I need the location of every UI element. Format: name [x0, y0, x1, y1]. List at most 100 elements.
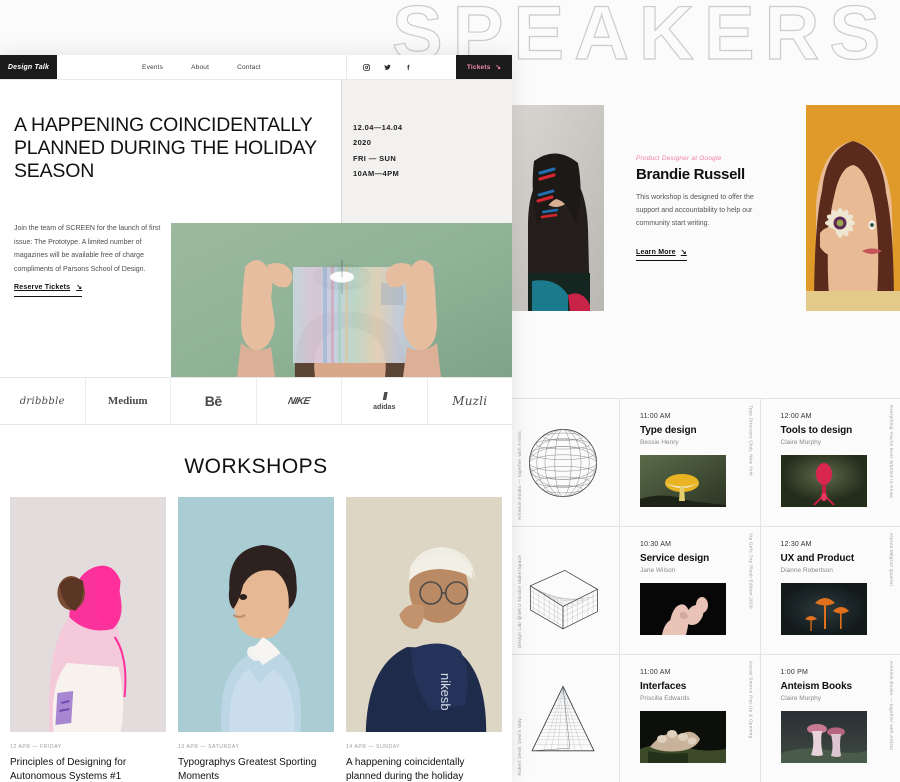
- facebook-icon[interactable]: [405, 64, 412, 71]
- social-links: [346, 55, 456, 79]
- logo-medium-text: Medium: [107, 395, 148, 407]
- schedule-session-cell[interactable]: 12:00 AM Tools to design Claire Murphy E…: [759, 399, 900, 526]
- logo-adidas[interactable]: /// adidas: [342, 378, 428, 424]
- schedule-row: Design Lab @WKU Tandon MakerSpace 10:30 …: [507, 526, 900, 654]
- tickets-label: Tickets: [466, 63, 491, 71]
- page-root: SPEAKERS AN: [0, 0, 900, 782]
- nav-links: Events About Contact: [57, 55, 346, 79]
- session-title: Type design: [640, 425, 697, 436]
- session-side-label: Vip Girls Trip Plush Edition 2020: [748, 533, 754, 609]
- schedule-session-cell[interactable]: 11:00 AM Interfaces Priscilla Edwards At…: [619, 655, 760, 782]
- workshop-date: 14 APR — SUNDAY: [346, 744, 401, 750]
- session-thumbnail: [640, 711, 726, 763]
- speaker-portrait-right: [806, 105, 900, 311]
- tickets-button[interactable]: Tickets ↘: [456, 55, 512, 79]
- session-speaker: Bessie Henry: [640, 439, 679, 446]
- session-side-label: Type Directors Club, New York: [748, 405, 754, 476]
- workshop-card[interactable]: nikesb 14 APR — SUNDAY A happening coinc…: [346, 497, 502, 782]
- top-navigation: Design Talk Events About Contact Tickets: [0, 55, 512, 80]
- reserve-tickets-link[interactable]: Reserve Tickets ↘: [14, 283, 83, 297]
- logo-muzli[interactable]: Muzli: [428, 378, 513, 424]
- session-side-label: Atscat Source Pop-Up & Opening: [748, 661, 754, 739]
- session-thumbnail: [780, 711, 867, 763]
- speaker-learn-more-label: Learn More: [636, 248, 676, 256]
- hero-section: A HAPPENING COINCIDENTALLY PLANNED DURIN…: [0, 80, 512, 377]
- schedule-grid: Anteism Books — together with Artists 11…: [507, 398, 900, 782]
- logo-medium[interactable]: Medium: [86, 378, 171, 424]
- workshop-date: 12 APR — FRIDAY: [10, 744, 62, 750]
- front-page-card: Design Talk Events About Contact Tickets: [0, 55, 512, 782]
- speaker-portrait-left-image: [512, 105, 604, 311]
- workshop-card[interactable]: 13 APR — SATURDAY Typographys Greatest S…: [178, 497, 334, 782]
- logo-nike[interactable]: NIKE: [257, 378, 342, 424]
- schedule-session-cell[interactable]: 10:30 AM Service design Jane Wilson Vip …: [619, 527, 760, 654]
- logo-muzli-text: Muzli: [452, 394, 488, 408]
- nav-link-about[interactable]: About: [191, 64, 209, 71]
- wireframe-cube-icon: [507, 527, 619, 654]
- adidas-bars-icon: ///: [382, 390, 388, 403]
- session-time: 12:00 AM: [780, 413, 812, 420]
- speaker-role: Product Designer at Google: [636, 155, 722, 162]
- reserve-tickets-label: Reserve Tickets: [14, 284, 71, 291]
- session-time: 12:30 AM: [780, 541, 812, 548]
- session-side-label: Anteism Books — together with Artists: [889, 661, 894, 750]
- session-speaker: Claire Murphy: [780, 695, 821, 702]
- session-time: 1:00 PM: [780, 669, 808, 676]
- speaker-learn-more-link[interactable]: Learn More ↘: [636, 248, 687, 261]
- session-time: 11:00 AM: [640, 413, 671, 420]
- nav-link-events[interactable]: Events: [142, 64, 163, 71]
- speaker-portrait-right-image: [806, 105, 900, 311]
- schedule-session-cell[interactable]: 1:00 PM Anteism Books Claire Murphy Ante…: [759, 655, 900, 782]
- logo-behance[interactable]: Bē: [171, 378, 257, 424]
- session-title: Interfaces: [640, 681, 687, 692]
- logo-dribbble[interactable]: dribbble: [0, 378, 86, 424]
- event-days: FRI — SUN: [353, 153, 397, 163]
- session-speaker: Priscilla Edwards: [640, 695, 690, 702]
- brand-logo[interactable]: Design Talk: [0, 55, 57, 79]
- session-title: Anteism Books: [780, 681, 853, 692]
- session-thumbnail: [640, 455, 726, 507]
- speaker-name: Brandie Russell: [636, 166, 745, 183]
- arrow-down-right-icon: ↘: [495, 64, 502, 71]
- session-speaker: Claire Murphy: [780, 439, 821, 446]
- workshop-image: [178, 497, 334, 732]
- halftone-ornament: [313, 260, 371, 294]
- schedule-session-cell[interactable]: 11:00 AM Type design Bessie Henry Type D…: [619, 399, 760, 526]
- schedule-row-left-label: Robert Desk: Devi's Way: [517, 718, 522, 776]
- hero-paragraph: Join the team of SCREEN for the launch o…: [14, 225, 161, 273]
- session-thumbnail: [640, 583, 726, 635]
- speaker-portrait-left: [512, 105, 604, 311]
- twitter-icon[interactable]: [384, 64, 391, 71]
- workshops-grid: 12 APR — FRIDAY Principles of Designing …: [0, 497, 512, 782]
- schedule-row-left-label: Design Lab @WKU Tandon MakerSpace: [517, 554, 522, 648]
- event-hours: 10AM—4PM: [353, 169, 400, 179]
- nav-link-contact[interactable]: Contact: [237, 64, 261, 71]
- session-speaker: Dianne Robertson: [780, 567, 833, 574]
- workshop-card[interactable]: 12 APR — FRIDAY Principles of Designing …: [10, 497, 166, 782]
- arrow-down-right-icon: ↘: [76, 284, 83, 291]
- wireframe-sphere-icon: [507, 399, 619, 526]
- schedule-row: Robert Desk: Devi's Way 11:00 AM Interfa…: [507, 654, 900, 782]
- session-thumbnail: [780, 583, 867, 635]
- workshop-image: nikesb: [346, 497, 502, 732]
- workshop-name: Typographys Greatest Sporting Moments: [178, 757, 317, 782]
- session-time: 10:30 AM: [640, 541, 672, 548]
- schedule-row-left-label: Anteism Books — together with Artists: [517, 431, 522, 520]
- partner-logos-strip: dribbble Medium Bē NIKE /// adidas Muzli: [0, 377, 512, 425]
- workshops-title: WORKSHOPS: [184, 455, 328, 478]
- hero-headline: A HAPPENING COINCIDENTALLY PLANNED DURIN…: [14, 114, 317, 183]
- wireframe-pyramid-icon: [507, 655, 619, 782]
- session-side-label: Alyssa Milgrod Quartet: [889, 533, 894, 587]
- session-title: Tools to design: [780, 425, 853, 436]
- instagram-icon[interactable]: [363, 63, 370, 71]
- session-time: 11:00 AM: [640, 669, 671, 676]
- event-dates: 12.04—14.04: [353, 123, 403, 132]
- workshop-image: [10, 497, 166, 732]
- schedule-session-cell[interactable]: 12:30 AM UX and Product Dianne Robertson: [759, 527, 900, 654]
- logo-adidas-mark: /// adidas: [373, 390, 396, 411]
- speaker-info: Product Designer at Google Brandie Russe…: [636, 155, 770, 261]
- event-year: 2020: [353, 138, 372, 148]
- workshop-name: Principles of Designing for Autonomous S…: [10, 757, 127, 782]
- logo-adidas-text: adidas: [373, 403, 396, 411]
- workshop-name: A happening coincidentally planned durin…: [346, 757, 465, 782]
